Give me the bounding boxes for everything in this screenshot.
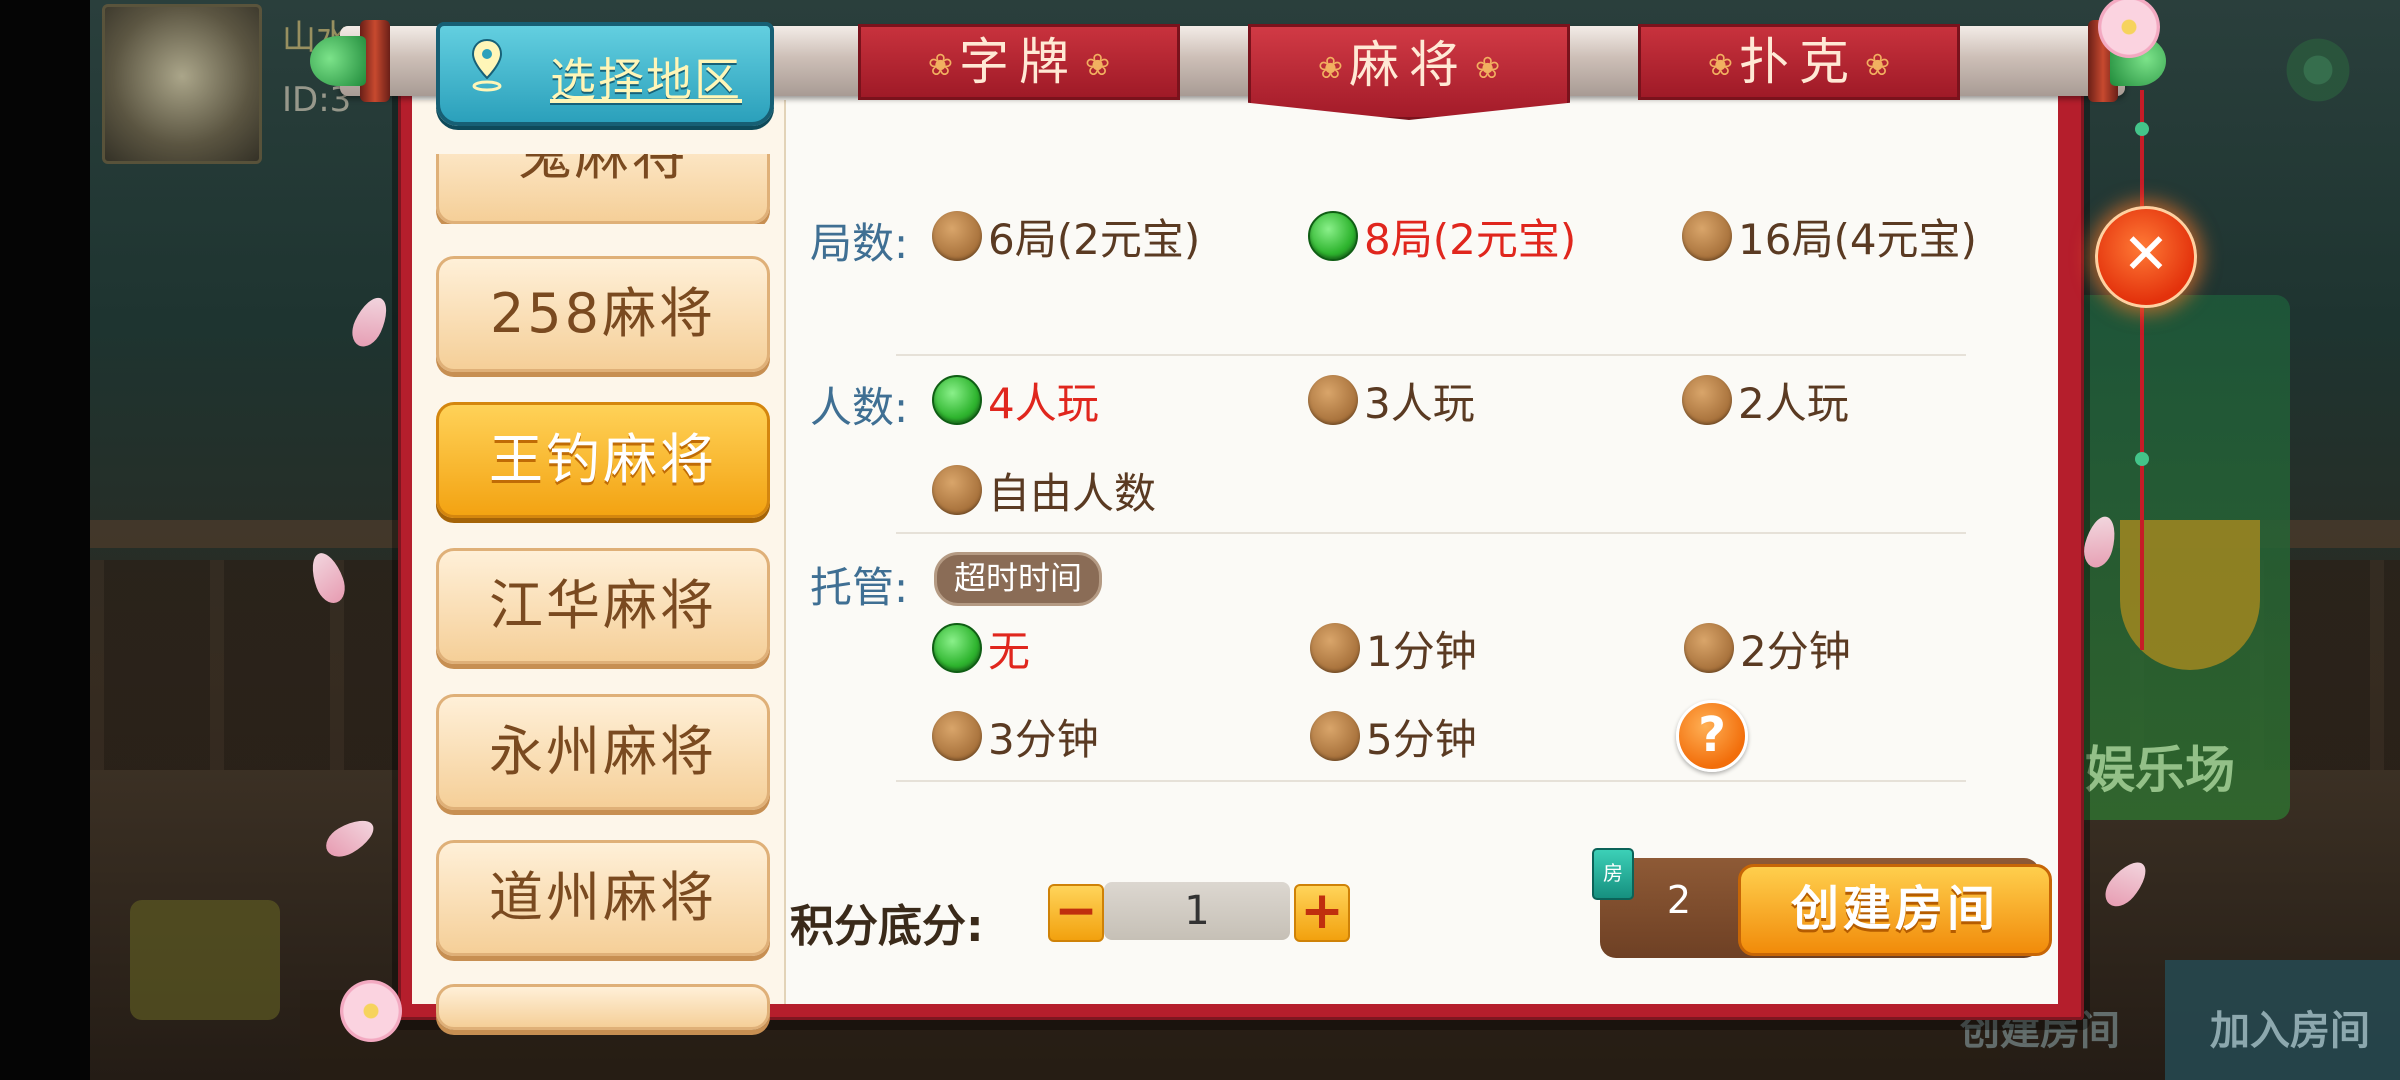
select-region-label: 选择地区 [550, 53, 742, 107]
rounds-option-8[interactable]: 8局(2元宝) [1308, 208, 1576, 264]
screen-edge-bar [0, 0, 90, 1080]
divider [896, 780, 1966, 782]
radio-button [932, 465, 982, 515]
tab-mahjong[interactable]: ❀ 麻将 ❀ [1248, 24, 1570, 120]
option-text: 8局(2元宝) [1364, 214, 1577, 264]
players-option-2[interactable]: 2人玩 [1682, 372, 1849, 428]
ornament-icon: ❀ [927, 47, 953, 83]
tab-poker-label: 扑克 [1739, 33, 1859, 91]
timeout-badge: 超时时间 [934, 552, 1102, 606]
divider [896, 532, 1966, 534]
auto-play-option-none[interactable]: 无 [932, 620, 1030, 676]
option-text: 16局(4元宝) [1738, 214, 1977, 264]
rounds-option-16[interactable]: 16局(4元宝) [1682, 208, 1977, 264]
bead [2135, 452, 2149, 466]
radio-button [1682, 375, 1732, 425]
option-text: 无 [988, 626, 1031, 676]
option-text: 3人玩 [1364, 378, 1475, 428]
ornament-icon: ❀ [1475, 50, 1501, 86]
cherry-blossom-icon [340, 980, 402, 1042]
lobby-card-label: 娱乐场 [2085, 741, 2235, 799]
auto-play-option-1min[interactable]: 1分钟 [1310, 620, 1477, 676]
player-avatar [102, 4, 262, 164]
game-item-jianghua-mahjong[interactable]: 江华麻将 [436, 548, 770, 664]
option-text: 1分钟 [1366, 626, 1477, 676]
tab-zipai-label: 字牌 [959, 33, 1079, 91]
bead [2135, 122, 2149, 136]
rod-knob-left [310, 36, 366, 86]
lobby-join-room-label: 加入房间 [2210, 1008, 2370, 1054]
option-text: 自由人数 [988, 468, 1157, 518]
help-icon[interactable]: ? [1676, 700, 1748, 772]
option-text: 2人玩 [1738, 378, 1849, 428]
rounds-option-6[interactable]: 6局(2元宝) [932, 208, 1200, 264]
ornament-icon: ❀ [1707, 47, 1733, 83]
ornament-icon: ❀ [1317, 50, 1343, 86]
select-region-button[interactable]: 选择地区 [436, 22, 774, 126]
score-minus-button[interactable]: − [1048, 884, 1104, 942]
game-item-wangdiao-mahjong[interactable]: 王钓麻将 [436, 402, 770, 518]
game-item-yongzhou-mahjong[interactable]: 永州麻将 [436, 694, 770, 810]
gear-icon [2278, 30, 2358, 110]
auto-play-label: 托管: [810, 563, 909, 612]
option-text: 4人玩 [988, 378, 1099, 428]
game-item-258-mahjong[interactable]: 258麻将 [436, 256, 770, 372]
auto-play-option-3min[interactable]: 3分钟 [932, 708, 1099, 764]
rounds-label: 局数: [810, 219, 909, 268]
option-text: 6局(2元宝) [988, 214, 1201, 264]
radio-button [932, 711, 982, 761]
divider [896, 354, 1966, 356]
shop-cart-icon [130, 900, 280, 1020]
create-room-button[interactable]: 创建房间 [1738, 864, 2052, 956]
ornament-icon: ❀ [1085, 47, 1111, 83]
radio-button [932, 211, 982, 261]
radio-button-selected [1308, 211, 1358, 261]
players-option-4[interactable]: 4人玩 [932, 372, 1099, 428]
option-text: 3分钟 [988, 714, 1099, 764]
score-plus-button[interactable]: + [1294, 884, 1350, 942]
room-card-icon: 房 [1592, 848, 1634, 900]
ornament-icon: ❀ [1865, 47, 1891, 83]
players-option-3[interactable]: 3人玩 [1308, 372, 1475, 428]
room-card-cost: 2 [1666, 878, 1692, 922]
option-text: 5分钟 [1366, 714, 1477, 764]
game-item-daozhou-mahjong[interactable]: 道州麻将 [436, 840, 770, 956]
players-option-free[interactable]: 自由人数 [932, 462, 1156, 518]
option-text: 2分钟 [1740, 626, 1851, 676]
radio-button-selected [932, 375, 982, 425]
players-label: 人数: [810, 383, 909, 432]
radio-button [1684, 623, 1734, 673]
auto-play-option-5min[interactable]: 5分钟 [1310, 708, 1477, 764]
radio-button [1310, 623, 1360, 673]
tab-mahjong-label: 麻将 [1349, 36, 1469, 94]
location-pin-icon [471, 38, 503, 92]
tab-zipai[interactable]: ❀ 字牌 ❀ [858, 24, 1180, 100]
radio-button [1310, 711, 1360, 761]
tab-poker[interactable]: ❀ 扑克 ❀ [1638, 24, 1960, 100]
radio-button-selected [932, 623, 982, 673]
radio-button [1308, 375, 1358, 425]
game-item-partial[interactable] [436, 984, 770, 1030]
close-icon[interactable]: ✕ [2095, 206, 2197, 308]
auto-play-option-2min[interactable]: 2分钟 [1684, 620, 1851, 676]
score-value-field[interactable]: 1 [1104, 882, 1290, 940]
hanging-string [2140, 90, 2144, 650]
radio-button [1682, 211, 1732, 261]
base-score-label: 积分底分: [790, 901, 984, 952]
